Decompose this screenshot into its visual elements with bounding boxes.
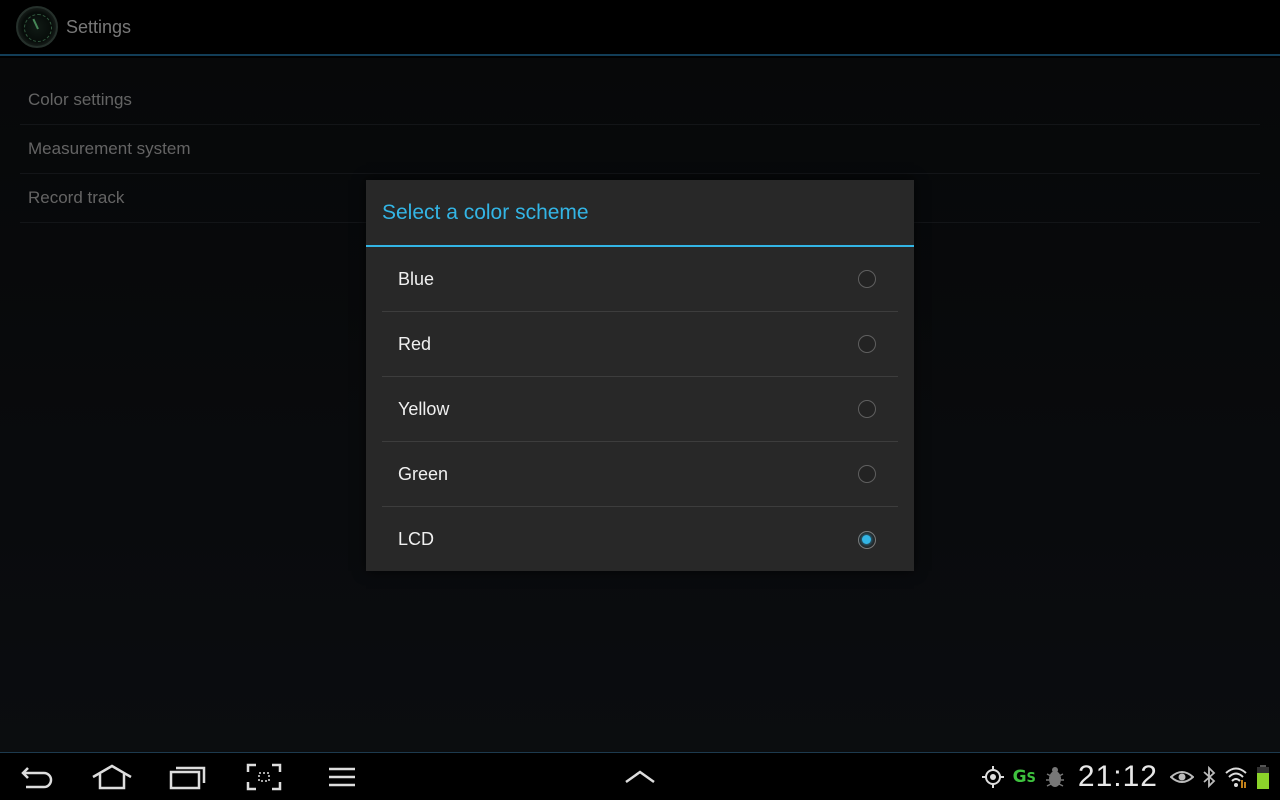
option-list: Blue Red Yellow Green LCD [366,247,914,572]
app-tray-button[interactable] [616,761,664,793]
option-label: Green [398,463,449,484]
home-icon [92,764,132,790]
radio-button[interactable] [858,270,876,288]
option-label: Yellow [398,398,450,419]
system-bar: GS 21:12 [0,752,1280,800]
menu-icon [329,767,355,787]
option-red[interactable]: Red [382,312,898,377]
eye-icon [1170,771,1194,783]
back-icon [21,767,53,789]
menu-button[interactable] [318,761,366,793]
recent-apps-button[interactable] [163,761,211,793]
radio-button[interactable] [858,465,876,483]
option-label: LCD [398,529,435,549]
radio-button[interactable] [858,335,876,353]
color-scheme-dialog: Select a color scheme Blue Red Yellow Gr… [366,180,914,571]
radio-button[interactable] [858,400,876,418]
option-yellow[interactable]: Yellow [382,377,898,442]
battery-icon [1257,765,1269,789]
option-blue[interactable]: Blue [382,247,898,312]
clock: 21:12 [1077,760,1158,793]
status-area[interactable]: GS 21:12 [981,753,1270,800]
option-label: Red [398,333,432,354]
option-lcd[interactable]: LCD [382,507,898,572]
home-button[interactable] [88,761,136,793]
screenshot-icon [246,763,282,791]
chevron-up-icon [625,770,655,784]
screenshot-button[interactable] [240,761,288,793]
gps-icon [981,766,1004,788]
option-green[interactable]: Green [382,442,898,507]
radio-button[interactable] [858,530,876,549]
gs-app-icon: GS [1012,767,1036,787]
wifi-icon [1225,767,1247,788]
bug-icon [1045,767,1064,787]
recent-apps-icon [169,766,206,790]
dialog-title: Select a color scheme [366,180,914,247]
bluetooth-icon [1203,766,1216,788]
option-label: Blue [398,268,435,289]
back-button[interactable] [14,761,62,793]
